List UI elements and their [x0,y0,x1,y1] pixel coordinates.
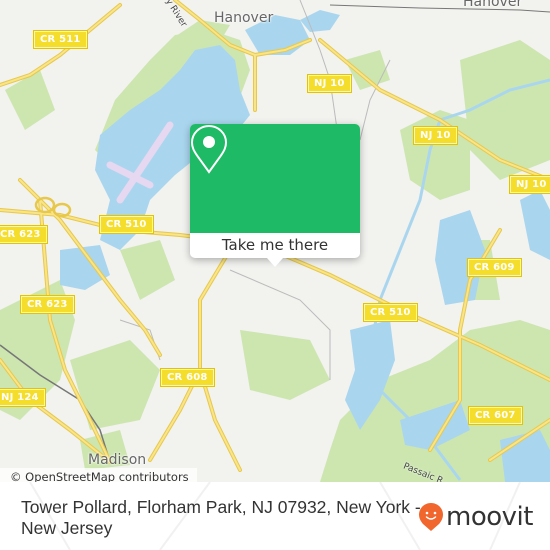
road-label-nj-10: NJ 10 [307,74,352,93]
popup-pointer [267,258,283,267]
road-label-cr-609: CR 609 [467,258,522,277]
address-text: Tower Pollard, Florham Park, NJ 07932, N… [21,497,421,538]
place-label-hanover-west: Hanover [214,10,274,26]
road-label-cr-623: CR 623 [0,225,48,244]
moovit-pin-icon [419,503,443,531]
road-label-cr-608: CR 608 [160,368,215,387]
take-me-there-button[interactable]: Take me there [190,233,360,258]
road-label-nj-10: NJ 10 [413,126,458,145]
place-label-hanover-east: Hanover [463,0,523,10]
popup-header [190,124,360,233]
map-attribution[interactable]: © OpenStreetMap contributors [0,468,197,482]
map[interactable]: Hanover Hanover Madison y River Passaic … [0,0,550,482]
location-popup: Take me there [190,124,360,267]
map-pin-icon [190,124,228,174]
road-label-cr-623: CR 623 [20,295,75,314]
road-label-cr-607: CR 607 [468,406,523,425]
road-label-cr-510: CR 510 [363,303,418,322]
road-label-nj-124: NJ 124 [0,388,46,407]
moovit-logo[interactable]: moovit [418,503,533,531]
place-label-madison: Madison [88,452,147,468]
moovit-wordmark: moovit [446,502,533,532]
road-label-cr-511: CR 511 [33,30,88,49]
road-label-cr-510: CR 510 [99,215,154,234]
road-label-nj-10: NJ 10 [509,175,550,194]
